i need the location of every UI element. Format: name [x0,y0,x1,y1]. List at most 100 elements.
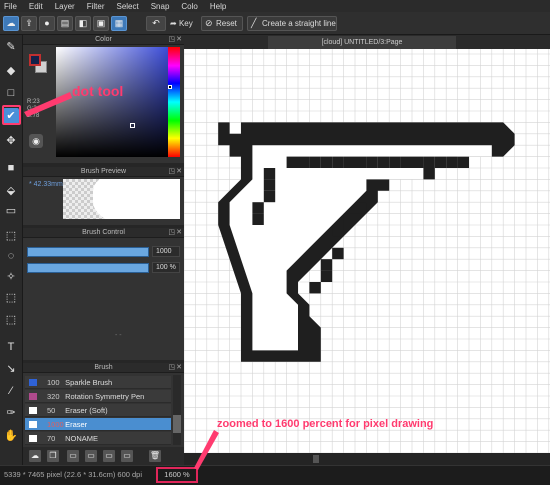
brush-tool-icon[interactable]: ✎ [3,39,19,55]
save-icon[interactable]: ▣ [93,16,109,31]
brush-item[interactable]: 70 NONAME [25,432,171,445]
color-picker-field[interactable] [56,47,168,157]
canvas-scroll-thumb[interactable] [313,455,319,463]
undock-icon[interactable]: ◳ [168,167,175,177]
folder-icon[interactable]: ▭ [103,450,115,462]
pixel [263,168,276,180]
brush-item[interactable]: 100 Sparkle Brush [25,376,171,389]
divide-tool-icon[interactable]: ↘ [3,361,19,377]
drawing-canvas[interactable] [184,49,550,453]
menu-bar: File Edit Layer Filter Select Snap Colo … [0,0,550,12]
panel-icon[interactable]: ◧ [75,16,91,31]
brush-list-scrollbar[interactable] [173,375,181,445]
magic-wand-tool-icon[interactable]: ✧ [3,269,19,285]
straight-line-button[interactable]: ╱ Create a straight line [247,16,337,31]
pixel [343,156,355,168]
brush-panel-toolbar: ☁ ❐ ▭ ▭ ▭ ▭ 🗑 [23,447,184,465]
move-tool-icon[interactable]: ✥ [3,133,19,149]
document-tab[interactable]: [cloud] UNTITLED/3:Page [268,36,456,49]
hue-slider[interactable] [168,47,180,157]
gradient-tool-icon[interactable]: ▭ [3,203,19,219]
close-icon[interactable]: ✕ [176,35,182,45]
reset-icon: ⊘ [205,18,213,28]
color-panel-header: Color ◳ ✕ [23,35,184,45]
brush-control-header: Brush Control ◳ ✕ [23,228,184,238]
page-icon[interactable]: ▤ [57,16,73,31]
menu-file[interactable]: File [4,2,17,11]
pixel [263,190,276,203]
pixel [298,156,310,168]
brush-preview-header: Brush Preview ◳ ✕ [23,167,184,177]
close-icon[interactable]: ✕ [176,228,182,238]
shape-tool-icon[interactable]: □ [3,85,19,101]
brush-item-selected[interactable]: 1000 Eraser [25,418,171,431]
select-pen-tool-icon[interactable]: ⬚ [3,290,19,306]
brush-item-size: 320 [47,392,60,401]
brush-size-value[interactable]: 1000 [152,246,180,257]
divider: - - [115,332,122,339]
pixel [320,270,333,282]
close-icon[interactable]: ✕ [176,167,182,177]
brush-opacity-value[interactable]: 100 % [152,262,180,273]
undock-icon[interactable]: ◳ [168,363,175,373]
palette-icon[interactable]: ◉ [29,134,43,148]
menu-filter[interactable]: Filter [87,2,105,11]
pixel [446,156,458,168]
pixel [252,213,264,225]
foreground-color-swatch[interactable] [29,54,41,66]
brush-item-name: Sparkle Brush [65,378,113,387]
hue-slider-handle[interactable] [168,85,172,89]
hand-tool-icon[interactable]: ✋ [3,428,19,444]
select-rect-tool-icon[interactable]: ⬚ [3,228,19,244]
text-tool-icon[interactable]: T [3,339,19,355]
undock-icon[interactable]: ◳ [168,35,175,45]
cloud-icon[interactable]: ☁ [3,16,19,31]
select-eraser-tool-icon[interactable]: ⬚ [3,312,19,328]
key-button[interactable]: ➦ Key [170,16,193,31]
trash-icon[interactable]: 🗑 [149,450,161,462]
comment-icon[interactable]: ● [39,16,55,31]
menu-color[interactable]: Colo [181,2,197,11]
brush-item-size: 70 [47,434,56,443]
color-panel-title: Color [95,36,112,43]
bucket-tool-icon[interactable]: ⬙ [3,183,19,199]
folder-icon[interactable]: ▭ [67,450,79,462]
undock-icon[interactable]: ◳ [168,228,175,238]
pixel [355,202,367,214]
undo-icon[interactable]: ↶ [146,16,166,31]
key-label: Key [178,19,193,28]
eyedropper-tool-icon[interactable]: ⁄ [3,383,19,399]
brush-control-title: Brush Control [82,229,125,236]
close-icon[interactable]: ✕ [176,363,182,373]
line-icon: ╱ [251,18,257,28]
pixel [366,156,378,168]
pixel [389,156,401,168]
pixel [423,156,435,168]
zoom-level[interactable]: 1600 % [156,467,198,483]
fill-rect-tool-icon[interactable]: ■ [3,160,19,176]
menu-layer[interactable]: Layer [55,2,75,11]
brush-item[interactable]: 50 Eraser (Soft) [25,404,171,417]
brush-list-scroll-thumb[interactable] [173,415,181,433]
folder-icon[interactable]: ▭ [121,450,133,462]
color-picker-handle[interactable] [130,123,135,128]
grid-icon[interactable]: ▦ [111,16,127,31]
brush-size-slider[interactable] [27,247,149,257]
menu-snap[interactable]: Snap [151,2,170,11]
brush-opacity-slider[interactable] [27,263,149,273]
pen-tool-icon[interactable]: ✑ [3,405,19,421]
share-icon[interactable]: ⇪ [21,16,37,31]
pixel [332,247,344,260]
brush-panel-header: Brush ◳ ✕ [23,363,184,373]
reset-button[interactable]: ⊘ Reset [201,16,243,31]
folder-icon[interactable]: ▭ [85,450,97,462]
canvas-horizontal-scrollbar[interactable] [184,453,550,465]
eraser-tool-icon[interactable]: ◆ [3,63,19,79]
menu-help[interactable]: Help [210,2,226,11]
lasso-tool-icon[interactable]: ◌ [3,248,19,264]
brush-item[interactable]: 320 Rotation Symmetry Pen [25,390,171,403]
menu-edit[interactable]: Edit [29,2,43,11]
copy-icon[interactable]: ❐ [47,450,59,462]
menu-select[interactable]: Select [116,2,138,11]
cloud-download-icon[interactable]: ☁ [29,450,41,462]
